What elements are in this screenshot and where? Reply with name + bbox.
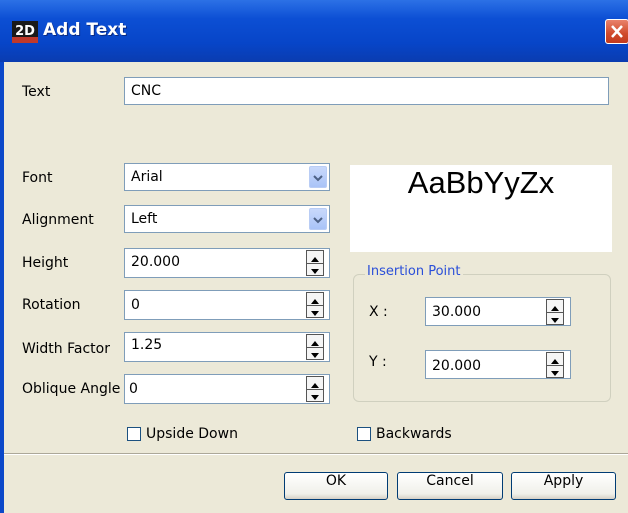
close-icon bbox=[611, 25, 623, 38]
width-factor-spinner[interactable] bbox=[306, 334, 324, 360]
font-label: Font bbox=[22, 170, 53, 186]
alignment-dropdown[interactable]: Left bbox=[124, 205, 330, 233]
font-preview: AaBbYyZx bbox=[350, 165, 612, 252]
width-factor-input-value: 1.25 bbox=[131, 336, 163, 353]
title-bar[interactable]: 2D Add Text bbox=[0, 0, 628, 62]
text-input-value: CNC bbox=[131, 83, 162, 99]
cancel-button[interactable]: Cancel bbox=[397, 472, 503, 500]
spin-down-icon[interactable] bbox=[307, 305, 323, 317]
spin-down-icon[interactable] bbox=[547, 312, 563, 324]
rotation-input[interactable]: 0 bbox=[124, 290, 330, 320]
close-button[interactable] bbox=[605, 19, 628, 44]
upside-down-label[interactable]: Upside Down bbox=[146, 426, 238, 442]
width-factor-input[interactable]: 1.25 bbox=[124, 332, 330, 362]
y-label: Y : bbox=[369, 354, 387, 370]
height-spinner[interactable] bbox=[306, 250, 324, 276]
height-input[interactable]: 20.000 bbox=[124, 248, 330, 278]
x-label: X : bbox=[369, 304, 388, 320]
chevron-down-icon bbox=[313, 175, 323, 182]
rotation-spinner[interactable] bbox=[306, 292, 324, 318]
x-input-value: 30.000 bbox=[432, 304, 481, 321]
insertion-point-group bbox=[353, 274, 611, 402]
x-input[interactable]: 30.000 bbox=[425, 297, 571, 326]
oblique-angle-input[interactable]: 0 bbox=[124, 374, 330, 404]
svg-text:2D: 2D bbox=[15, 24, 35, 39]
x-spinner[interactable] bbox=[546, 299, 564, 325]
spin-down-icon[interactable] bbox=[307, 389, 323, 401]
oblique-angle-spinner[interactable] bbox=[306, 376, 324, 402]
app-2d-icon: 2D bbox=[12, 21, 38, 43]
y-spinner[interactable] bbox=[546, 352, 564, 378]
rotation-label: Rotation bbox=[22, 297, 81, 313]
apply-button[interactable]: Apply bbox=[511, 472, 616, 500]
ok-button[interactable]: OK bbox=[284, 472, 388, 500]
alignment-dropdown-value: Left bbox=[131, 211, 158, 227]
font-dropdown-arrow[interactable] bbox=[309, 166, 327, 188]
height-input-value: 20.000 bbox=[131, 253, 180, 270]
font-dropdown-value: Arial bbox=[131, 169, 163, 185]
y-input[interactable]: 20.000 bbox=[425, 350, 571, 379]
separator bbox=[4, 453, 628, 455]
oblique-angle-input-value: 0 bbox=[129, 381, 138, 397]
backwards-checkbox[interactable] bbox=[357, 427, 371, 441]
chevron-down-icon bbox=[313, 217, 323, 224]
font-dropdown[interactable]: Arial bbox=[124, 163, 330, 191]
text-input[interactable]: CNC bbox=[124, 77, 609, 105]
upside-down-checkbox[interactable] bbox=[127, 427, 141, 441]
text-label: Text bbox=[22, 84, 51, 100]
height-label: Height bbox=[22, 255, 69, 271]
insertion-point-title: Insertion Point bbox=[365, 264, 463, 279]
backwards-label[interactable]: Backwards bbox=[376, 426, 452, 442]
oblique-angle-label: Oblique Angle bbox=[22, 381, 121, 397]
font-preview-sample: AaBbYyZx bbox=[407, 165, 555, 200]
alignment-dropdown-arrow[interactable] bbox=[309, 208, 327, 230]
alignment-label: Alignment bbox=[22, 212, 94, 228]
spin-down-icon[interactable] bbox=[307, 263, 323, 275]
y-input-value: 20.000 bbox=[432, 357, 481, 374]
add-text-dialog: 2D Add Text Text CNC Font Arial Alignmen… bbox=[0, 0, 628, 513]
width-factor-label: Width Factor bbox=[22, 341, 110, 357]
window-title: Add Text bbox=[43, 20, 127, 40]
spin-down-icon[interactable] bbox=[547, 365, 563, 377]
spin-down-icon[interactable] bbox=[307, 347, 323, 359]
rotation-input-value: 0 bbox=[131, 297, 140, 313]
